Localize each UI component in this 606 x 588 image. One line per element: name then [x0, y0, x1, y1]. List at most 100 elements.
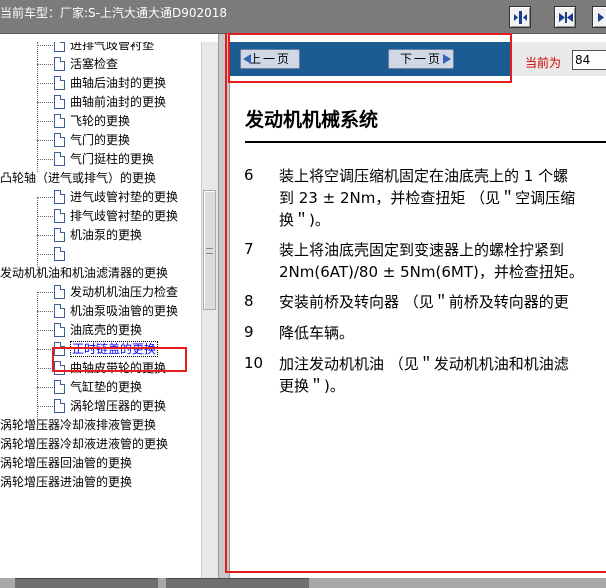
tree-item-label: 飞轮的更换 [70, 114, 131, 128]
step-text-line: 降低车辆。 [279, 324, 355, 342]
nav-prev-icon [514, 11, 527, 24]
tree-connector [37, 121, 53, 122]
tree-item[interactable]: 油底壳的更换 [54, 321, 142, 340]
tree-item[interactable]: 飞轮的更换 [54, 112, 130, 131]
nav-next-button[interactable] [554, 6, 576, 28]
tree-item[interactable] [54, 245, 70, 264]
step-text-line: 到 23 ± 2Nm，并检查扭矩 （见＂空调压缩 [279, 189, 576, 207]
tree-item-label: 进气歧管衬垫的更换 [70, 190, 179, 204]
tree-item[interactable]: 曲轴前油封的更换 [54, 93, 166, 112]
current-page-input[interactable] [572, 50, 606, 70]
tree-connector [37, 83, 53, 84]
tree-folder[interactable]: 涡轮增压器进油管的更换 [0, 473, 132, 492]
bottom-tab-left[interactable] [15, 578, 158, 588]
step-text-line: 2Nm(6AT)/80 ± 5Nm(6MT)，并检查扭矩。 [279, 263, 584, 281]
document-icon [54, 304, 65, 318]
tree-folder[interactable]: 凸轮轴（进气或排气）的更换 [0, 169, 156, 188]
document-icon [54, 209, 65, 223]
document-icon [54, 152, 65, 166]
nav-last-button[interactable] [592, 6, 606, 28]
step-text-line: 装上将油底壳固定到变速器上的螺栓拧紧到 [279, 241, 565, 259]
step-text-line: 装上将空调压缩机固定在油底壳上的 1 个螺 [279, 167, 569, 185]
tree-folder[interactable]: 涡轮增压器回油管的更换 [0, 454, 132, 473]
tree-item-label: 涡轮增压器进油管的更换 [0, 475, 133, 489]
tree-item[interactable]: 气缸垫的更换 [54, 378, 142, 397]
tree-item[interactable]: 机油泵的更换 [54, 226, 142, 245]
document-icon [54, 76, 65, 90]
tree-item-label: 发动机机油压力检查 [70, 285, 179, 299]
tree-item[interactable]: 曲轴后油封的更换 [54, 74, 166, 93]
tree-connector [37, 311, 53, 312]
step-text-line: 更换＂)。 [279, 377, 345, 395]
title-bar: 当前车型：厂家:S-上汽大通大通D902018 [0, 0, 606, 34]
tree-item-label: 曲轴前油封的更换 [70, 95, 167, 109]
tree-connector [37, 42, 38, 172]
content-pane-highlight-left [225, 33, 227, 573]
nav-prev-button[interactable] [509, 6, 531, 28]
step-text-line: 换＂)。 [279, 211, 330, 229]
document-icon [54, 42, 65, 52]
tree-item-label: 涡轮增压器的更换 [70, 399, 167, 413]
step-number: 8 [244, 292, 254, 310]
tree-item-label: 涡轮增压器冷却液进液管的更换 [0, 437, 169, 451]
tree-item-label: 气缸垫的更换 [70, 380, 143, 394]
tree-connector [37, 45, 53, 46]
tree-item[interactable]: 涡轮增压器的更换 [54, 397, 166, 416]
document-icon [54, 114, 65, 128]
tree-scrollbar[interactable] [201, 42, 218, 578]
tree-folder[interactable]: 发动机机油和机油滤清器的更换 [0, 264, 168, 283]
tree-connector [37, 406, 53, 407]
step-text-line: 安装前桥及转向器 （见＂前桥及转向器的更 [279, 293, 569, 311]
tree-item-label: 气门挺柱的更换 [70, 152, 155, 166]
tree-connector [37, 102, 53, 103]
bottom-tab-right[interactable] [166, 578, 309, 588]
tree-item-label: 机油泵的更换 [70, 228, 143, 242]
vehicle-model-title: 当前车型：厂家:S-上汽大通大通D902018 [0, 6, 228, 20]
step-text-line: 加注发动机机油 （见＂发动机机油和机油滤 [279, 355, 569, 373]
tree-connector [37, 292, 38, 419]
tree-connector [37, 368, 53, 369]
current-page-label: 当前为 [525, 56, 562, 70]
step-number: 10 [244, 354, 264, 372]
document-icon [54, 323, 65, 337]
scrollbar-grip-icon [206, 248, 213, 254]
tree-item-label: 凸轮轴（进气或排气）的更换 [0, 171, 157, 185]
tree-connector [37, 292, 53, 293]
tree-item-label: 气门的更换 [70, 133, 131, 147]
tree-connector [37, 387, 53, 388]
document-icon [54, 133, 65, 147]
panel-splitter[interactable] [218, 34, 230, 588]
tree-item[interactable]: 活塞检查 [54, 55, 118, 74]
tree-item[interactable]: 气门的更换 [54, 131, 130, 150]
tree-item-label: 曲轴后油封的更换 [70, 76, 167, 90]
tree-item[interactable]: 排气歧管衬垫的更换 [54, 207, 178, 226]
tree-connector [37, 235, 53, 236]
document-icon [54, 399, 65, 413]
content-pane-highlight-bottom [225, 571, 606, 573]
document-icon [54, 380, 65, 394]
step-number: 9 [244, 323, 254, 341]
tree-folder[interactable]: 涡轮增压器冷却液进液管的更换 [0, 435, 168, 454]
tree-connector [37, 140, 53, 141]
tree-item[interactable]: 进气歧管衬垫的更换 [54, 188, 178, 207]
tree-item[interactable]: 进排气歧管衬垫 [54, 42, 154, 55]
tree-connector [37, 330, 53, 331]
tree-item[interactable]: 发动机机油压力检查 [54, 283, 178, 302]
nav-last-icon [598, 13, 604, 22]
tree-connector [37, 216, 53, 217]
document-icon [54, 228, 65, 242]
tree-item-label: 涡轮增压器回油管的更换 [0, 456, 133, 470]
title-divider [245, 141, 606, 143]
tree-folder[interactable]: 涡轮增压器冷却液排液管更换 [0, 416, 156, 435]
tree-item[interactable]: 气门挺柱的更换 [54, 150, 154, 169]
tree-connector [37, 197, 53, 198]
document-title: 发动机机械系统 [245, 109, 379, 131]
navigation-tree: 进排气歧管衬垫活塞检查曲轴后油封的更换 曲轴前油封的更换 飞轮的更换气门的更换气门挺… [0, 42, 201, 578]
tree-connector [37, 64, 53, 65]
document-icon [54, 285, 65, 299]
tree-connector [37, 254, 53, 255]
tree-connector [37, 349, 53, 350]
tree-item-label: 进排气歧管衬垫 [70, 42, 155, 52]
tree-item[interactable]: 机油泵吸油管的更换 [54, 302, 178, 321]
tree-item-label: 机油泵吸油管的更换 [70, 304, 179, 318]
